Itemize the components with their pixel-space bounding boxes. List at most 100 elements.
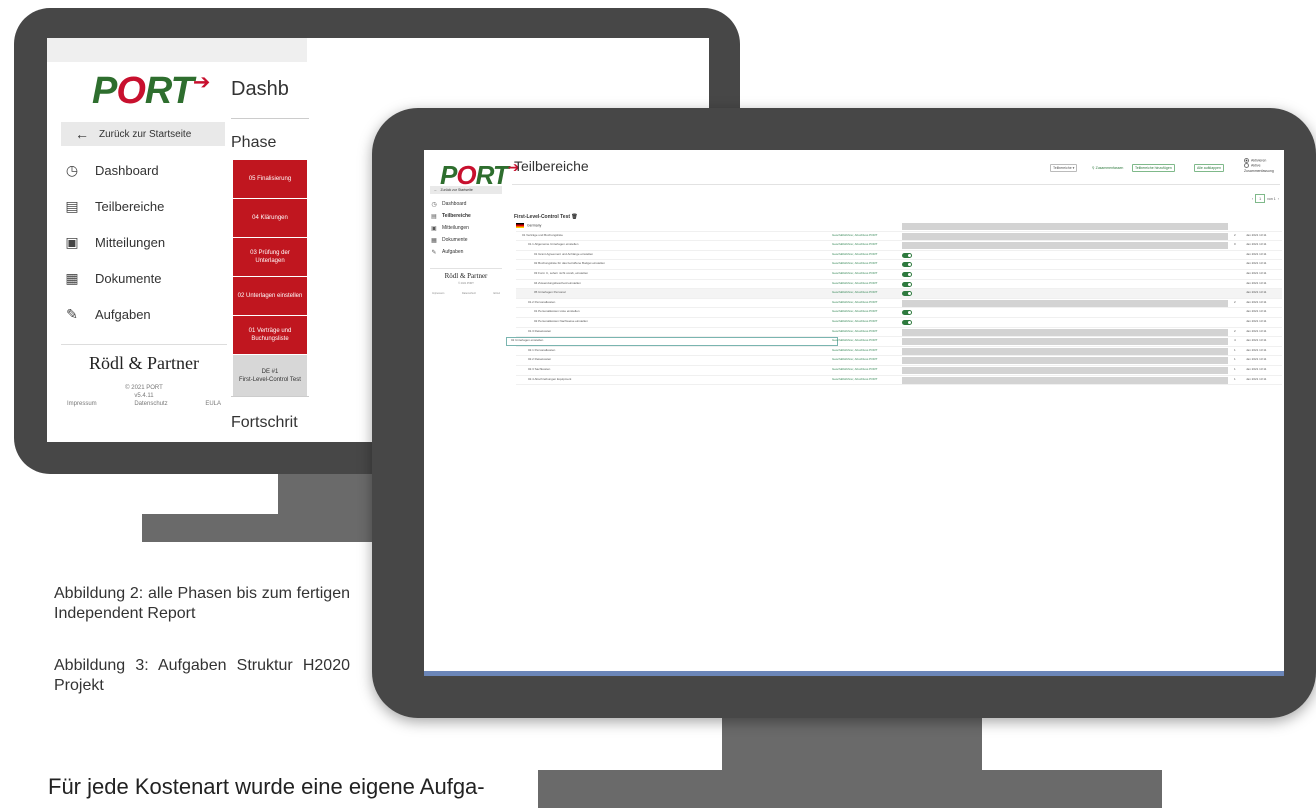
complete-toggle[interactable] <box>902 262 912 268</box>
impressum-link[interactable]: Impressum <box>67 401 97 407</box>
task-date: Jan 2021 13:11 <box>1246 290 1267 295</box>
task-label[interactable]: 01.2 Personalkosten <box>528 300 555 304</box>
table-row[interactable]: 01 Verträge und Buchungsliste Geschäftsfü… <box>516 232 1282 242</box>
table-row[interactable]: 02 Buchungsliste für das betroffene Budg… <box>516 260 1282 270</box>
table-row[interactable]: Germany <box>516 222 1282 232</box>
table-row[interactable]: 03 Form C, sofern nicht vorab, einstelle… <box>516 270 1282 280</box>
table-row[interactable]: 04 Zuwendungsbescheid einstellen Geschäft… <box>516 280 1282 290</box>
task-label[interactable]: 01 Verträge und Buchungsliste <box>522 233 563 237</box>
complete-toggle[interactable] <box>902 271 912 277</box>
current-phase-block[interactable]: DE #1 First-Level-Control Test <box>233 355 307 397</box>
complete-toggle[interactable] <box>902 252 912 258</box>
page-input[interactable]: 1 <box>1255 194 1266 203</box>
table-row[interactable]: 02 Unterlagen einstellen Geschäftsführer,… <box>506 337 1282 347</box>
sidebar-item-dashboard[interactable]: ◷ Dashboard <box>430 198 506 210</box>
company-logo: Rödl & Partner <box>61 344 227 374</box>
phase-block[interactable]: 04 Klärungen <box>233 199 307 237</box>
complete-toggle[interactable] <box>902 310 912 316</box>
expand-all-button[interactable]: Alle aufklappen <box>1194 164 1224 172</box>
task-count: 1 <box>1234 357 1236 362</box>
section-label: First-Level-Control Test <box>514 214 571 220</box>
sidebar-item-mitteilungen[interactable]: ▣ Mitteilungen <box>430 222 506 234</box>
monitor-stand-base <box>538 770 1162 808</box>
sidebar-nav: ◷ Dashboard ▤ Teilbereiche ▣ Mitteilunge… <box>430 198 506 258</box>
calendar-icon: ▤ <box>431 213 437 220</box>
table-row[interactable]: 01.1 Allgemeine Unterlagen einstellen Ges… <box>516 241 1282 251</box>
port-logo[interactable]: PORT➔ <box>92 70 210 113</box>
current-phase-name: First-Level-Control Test <box>239 377 301 383</box>
task-label[interactable]: 02 Buchungsliste für das betroffene Budg… <box>534 261 605 265</box>
sidebar-item-mitteilungen[interactable]: ▣ Mitteilungen <box>61 224 231 260</box>
back-to-start-link[interactable]: ← Zurück zur Startseite <box>430 186 502 194</box>
complete-toggle[interactable] <box>902 319 912 325</box>
phase-list: 05 Finalisierung 04 Klärungen 03 Prüfung… <box>233 160 307 398</box>
select-value: Teilbereiche <box>1053 166 1072 170</box>
table-row[interactable]: 02.4 Abschreibungen Equipment Geschäftsfü… <box>516 376 1282 386</box>
table-row[interactable]: 02 Personalkosten Nachweise einstellen Ge… <box>516 318 1282 328</box>
sidebar-item-dokumente[interactable]: ▦ Dokumente <box>61 260 231 296</box>
datenschutz-link[interactable]: Datenschutz <box>462 292 476 295</box>
teilbereich-select[interactable]: Teilbereiche ▾ <box>1050 164 1078 172</box>
datenschutz-link[interactable]: Datenschutz <box>134 401 167 407</box>
impressum-link[interactable]: Impressum <box>432 292 444 295</box>
task-status: Geschäftsführer, Abschluss PORT <box>832 328 878 333</box>
radio-option[interactable]: Aktive Zusammenfassung <box>1244 163 1284 173</box>
radio-icon <box>1244 163 1249 169</box>
sidebar-item-label: Aufgaben <box>95 306 151 322</box>
complete-toggle[interactable] <box>902 291 912 297</box>
task-label[interactable]: 02.2 Reisekosten <box>528 357 551 361</box>
progress-bar <box>902 299 1228 307</box>
sidebar-item-aufgaben[interactable]: ✎ Aufgaben <box>430 246 506 258</box>
prev-page-icon[interactable]: ‹ <box>1252 197 1253 201</box>
task-label[interactable]: 02.1 Personalkosten <box>528 348 555 352</box>
table-row[interactable]: 01 Grant Agreement und Anhänge einstelle… <box>516 251 1282 261</box>
figure-caption: Abbildung 3: Aufgaben Struktur H2020 Pro… <box>54 657 350 694</box>
table-row[interactable]: 02.3 Sachkosten Geschäftsführer, Abschlus… <box>516 366 1282 376</box>
table-row[interactable]: 05 Unterlagen Personal Geschäftsführer, A… <box>516 289 1282 299</box>
task-label[interactable]: 05 Unterlagen Personal <box>534 290 566 294</box>
copyright: © 2021 PORT v5.4.11 <box>61 384 227 400</box>
task-label[interactable]: 02.4 Abschreibungen Equipment <box>528 377 571 381</box>
eula-link[interactable]: EULA <box>205 401 221 407</box>
table-row[interactable]: 01 Personalkosten Liste einstellen Geschä… <box>516 308 1282 318</box>
table-row[interactable]: 02.2 Reisekosten Geschäftsführer, Abschlu… <box>516 356 1282 366</box>
phase-block[interactable]: 03 Prüfung der Unterlagen <box>233 238 307 276</box>
sidebar-item-dashboard[interactable]: ◷ Dashboard <box>61 152 231 188</box>
add-teilbereich-button[interactable]: Teilbereiche hinzufügen <box>1132 164 1175 172</box>
task-label[interactable]: 01.1 Allgemeine Unterlagen einstellen <box>528 242 578 246</box>
task-label[interactable]: 02 Unterlagen einstellen <box>506 337 838 347</box>
sidebar-item-dokumente[interactable]: ▦ Dokumente <box>430 234 506 246</box>
delete-icon[interactable]: 🗑 <box>571 214 577 220</box>
task-label[interactable]: 03 Form C, sofern nicht vorab, einstelle… <box>534 271 588 275</box>
filter-button[interactable]: ⚲ Zusammenfassen <box>1090 164 1126 172</box>
task-count: 2 <box>1234 232 1236 237</box>
task-status: Geschäftsführer, Abschluss PORT <box>832 261 878 266</box>
next-page-icon[interactable]: › <box>1278 197 1279 201</box>
task-label[interactable]: 01.3 Reisekosten <box>528 329 551 333</box>
task-label[interactable]: 01 Grant Agreement und Anhänge einstelle… <box>534 252 593 256</box>
phase-block[interactable]: 01 Verträge und Buchungsliste <box>233 316 307 354</box>
sidebar-item-aufgaben[interactable]: ✎ Aufgaben <box>61 296 231 332</box>
table-row[interactable]: 01.3 Reisekosten Geschäftsführer, Abschlu… <box>516 328 1282 338</box>
complete-toggle[interactable] <box>902 281 912 287</box>
table-row[interactable]: 01.2 Personalkosten Geschäftsführer, Absc… <box>516 299 1282 309</box>
back-to-start-link[interactable]: ← Zurück zur Startseite <box>61 122 225 146</box>
phase-block[interactable]: 02 Unterlagen einstellen <box>233 277 307 315</box>
task-label-text: 02 Personalkosten Nachweise einstellen <box>534 318 588 323</box>
sidebar-item-teilbereiche[interactable]: ▤ Teilbereiche <box>61 188 231 224</box>
sidebar-item-teilbereiche[interactable]: ▤ Teilbereiche <box>430 210 506 222</box>
task-label[interactable]: Germany <box>516 223 541 228</box>
task-label[interactable]: 01 Personalkosten Liste einstellen <box>534 309 580 313</box>
phase-block[interactable]: 05 Finalisierung <box>233 160 307 198</box>
table-row[interactable]: 02.1 Personalkosten Geschäftsführer, Absc… <box>516 347 1282 357</box>
task-label[interactable]: 02 Personalkosten Nachweise einstellen <box>534 319 588 323</box>
task-label[interactable]: 02.3 Sachkosten <box>528 367 550 371</box>
section-title: First-Level-Control Test 🗑 <box>514 214 578 220</box>
progress-bar <box>902 223 1228 230</box>
task-label[interactable]: 04 Zuwendungsbescheid einstellen <box>534 281 581 285</box>
monitor-front: PORT➔ Teilbereiche ← Zurück zur Startsei… <box>372 108 1316 718</box>
sidebar-item-label: Dokumente <box>95 270 162 286</box>
clipboard-icon: ▣ <box>65 233 79 250</box>
pagination: ‹ 1 von 1 › <box>1252 194 1279 203</box>
eula-link[interactable]: EULA <box>493 292 500 295</box>
